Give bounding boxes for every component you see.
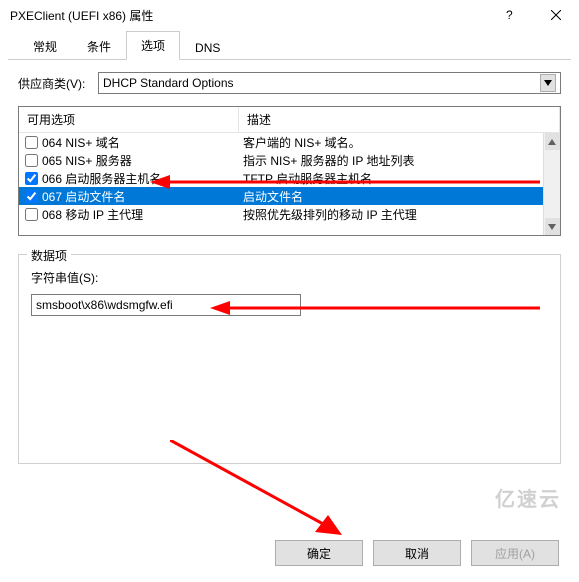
group-legend: 数据项: [27, 247, 71, 264]
data-item-group: 数据项 字符串值(S):: [18, 254, 561, 464]
option-name: 066 启动服务器主机名: [42, 170, 161, 187]
column-description[interactable]: 描述: [239, 107, 560, 132]
dialog-buttons: 确定 取消 应用(A): [275, 540, 559, 566]
tab-strip: 常规 条件 选项 DNS: [8, 30, 571, 60]
vendor-class-value: DHCP Standard Options: [103, 76, 234, 90]
scrollbar-vertical[interactable]: [543, 133, 560, 235]
cancel-button[interactable]: 取消: [373, 540, 461, 566]
option-row[interactable]: 066 启动服务器主机名 TFTP 启动服务器主机名: [19, 169, 560, 187]
option-checkbox[interactable]: [25, 172, 38, 185]
window-title: PXEClient (UEFI x86) 属性: [10, 7, 487, 24]
scroll-up-icon[interactable]: [545, 133, 560, 150]
help-button[interactable]: ?: [487, 0, 533, 30]
option-row[interactable]: 064 NIS+ 域名 客户端的 NIS+ 域名。: [19, 133, 560, 151]
options-body: 064 NIS+ 域名 客户端的 NIS+ 域名。 065 NIS+ 服务器 指…: [19, 133, 560, 235]
option-desc: 指示 NIS+ 服务器的 IP 地址列表: [239, 152, 560, 169]
option-checkbox[interactable]: [25, 136, 38, 149]
option-desc: 客户端的 NIS+ 域名。: [239, 134, 560, 151]
watermark: 亿速云: [495, 483, 561, 512]
column-available-options[interactable]: 可用选项: [19, 107, 239, 132]
option-name: 068 移动 IP 主代理: [42, 206, 143, 223]
options-list: 可用选项 描述 064 NIS+ 域名 客户端的 NIS+ 域名。 065 NI…: [18, 106, 561, 236]
close-button[interactable]: [533, 0, 579, 30]
option-checkbox[interactable]: [25, 208, 38, 221]
option-name: 067 启动文件名: [42, 188, 125, 205]
tab-conditions[interactable]: 条件: [72, 32, 126, 60]
apply-button[interactable]: 应用(A): [471, 540, 559, 566]
option-row-selected[interactable]: 067 启动文件名 启动文件名: [19, 187, 560, 205]
option-row[interactable]: 068 移动 IP 主代理 按照优先级排列的移动 IP 主代理: [19, 205, 560, 223]
chevron-down-icon: [540, 74, 556, 92]
tab-general[interactable]: 常规: [18, 32, 72, 60]
options-header: 可用选项 描述: [19, 107, 560, 133]
svg-text:?: ?: [506, 10, 513, 20]
title-bar: PXEClient (UEFI x86) 属性 ?: [0, 0, 579, 30]
tab-content: 供应商类(V): DHCP Standard Options 可用选项 描述 0…: [0, 60, 579, 476]
vendor-class-label: 供应商类(V):: [18, 75, 88, 92]
tab-dns[interactable]: DNS: [180, 35, 235, 60]
option-checkbox[interactable]: [25, 154, 38, 167]
option-desc: TFTP 启动服务器主机名: [239, 170, 560, 187]
tab-options[interactable]: 选项: [126, 31, 180, 60]
scroll-down-icon[interactable]: [545, 218, 560, 235]
option-name: 064 NIS+ 域名: [42, 134, 120, 151]
option-row[interactable]: 065 NIS+ 服务器 指示 NIS+ 服务器的 IP 地址列表: [19, 151, 560, 169]
option-desc: 启动文件名: [239, 188, 560, 205]
option-desc: 按照优先级排列的移动 IP 主代理: [239, 206, 560, 223]
ok-button[interactable]: 确定: [275, 540, 363, 566]
vendor-class-row: 供应商类(V): DHCP Standard Options: [18, 72, 561, 94]
string-value-label: 字符串值(S):: [31, 269, 548, 286]
option-checkbox[interactable]: [25, 190, 38, 203]
vendor-class-select[interactable]: DHCP Standard Options: [98, 72, 561, 94]
string-value-input[interactable]: [31, 294, 301, 316]
option-name: 065 NIS+ 服务器: [42, 152, 132, 169]
